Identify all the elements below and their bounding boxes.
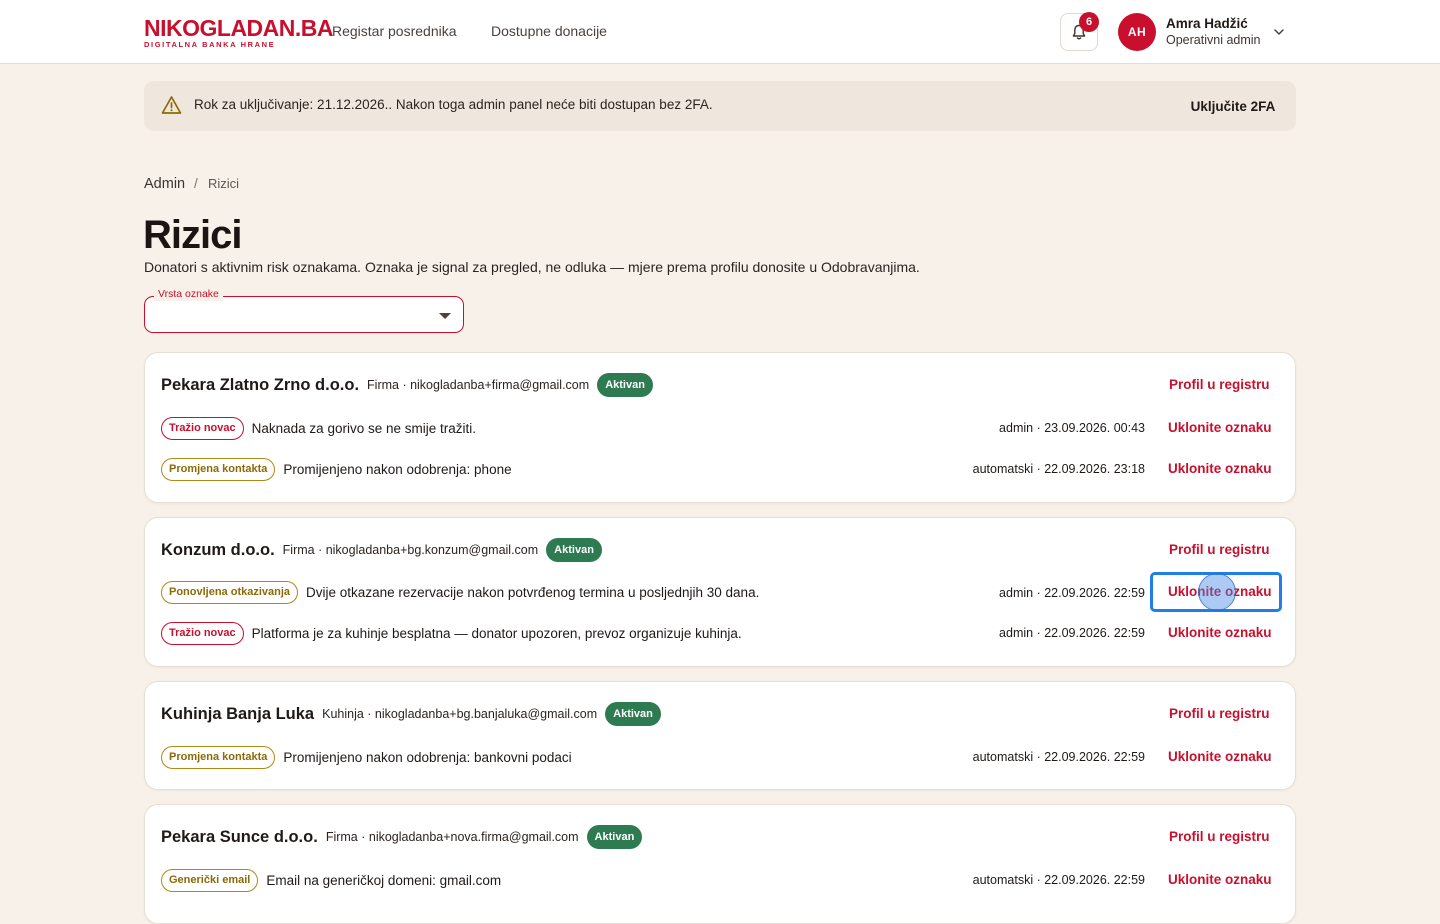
- donor-meta: Firma · nikogladanba+bg.konzum@gmail.com: [282, 543, 539, 557]
- donor-name: Kuhinja Banja Luka: [161, 704, 315, 723]
- remove-flag-button[interactable]: Uklonite oznaku: [1168, 461, 1272, 477]
- flag-tag: Tražio novac: [161, 416, 244, 440]
- donor-name: Pekara Sunce d.o.o.: [161, 827, 318, 846]
- flag-tag: Generički email: [161, 868, 259, 892]
- status-badge: Aktivan: [586, 825, 643, 849]
- status-badge: Aktivan: [546, 538, 602, 562]
- breadcrumb-current: Rizici: [208, 176, 240, 191]
- donor-card: [144, 681, 1296, 790]
- flag-text: Platforma je za kuhinje besplatna — dona…: [251, 625, 742, 641]
- donor-meta: Kuhinja · nikogladanba+bg.banjaluka@gmai…: [322, 707, 598, 721]
- donor-header: Pekara Zlatno Zrno d.o.o. Firma · nikogl…: [161, 373, 1284, 397]
- caret-down-icon: [439, 313, 451, 319]
- flag-meta: automatski · 22.09.2026. 23:18: [972, 462, 1145, 476]
- flag-meta: admin · 22.09.2026. 22:59: [999, 626, 1145, 640]
- banner-text: Rok za uključivanje: 21.12.2026.. Nakon …: [194, 97, 713, 112]
- flag-meta: admin · 22.09.2026. 22:59: [999, 586, 1145, 600]
- page-title: Rizici: [143, 213, 242, 257]
- donor-header: Kuhinja Banja Luka Kuhinja · nikogladanb…: [161, 702, 1284, 726]
- flag-meta: admin · 23.09.2026. 00:43: [999, 421, 1145, 435]
- profile-link[interactable]: Profil u registru: [1169, 377, 1270, 393]
- donor-card: [144, 804, 1296, 924]
- flag-type-select[interactable]: [144, 296, 464, 333]
- profile-link[interactable]: Profil u registru: [1169, 542, 1270, 558]
- profile-link[interactable]: Profil u registru: [1169, 706, 1270, 722]
- remove-flag-button[interactable]: Uklonite oznaku: [1168, 625, 1272, 641]
- flag-tag: Ponovljena otkazivanja: [161, 580, 299, 604]
- breadcrumb-separator: /: [194, 176, 198, 191]
- donor-meta: Firma · nikogladanba+firma@gmail.com: [367, 378, 590, 392]
- chevron-down-icon[interactable]: [1272, 25, 1286, 39]
- flag-text: Email na generičkoj domeni: gmail.com: [266, 872, 502, 888]
- flag-text: Promijenjeno nakon odobrenja: phone: [283, 461, 512, 477]
- flag-text: Naknada za gorivo se ne smije tražiti.: [251, 420, 476, 436]
- cursor-indicator: [1198, 573, 1236, 611]
- flag-meta: automatski · 22.09.2026. 22:59: [972, 750, 1145, 764]
- flag-tag: Promjena kontakta: [161, 745, 276, 769]
- flag-tag: Promjena kontakta: [161, 457, 276, 481]
- enable-2fa-button[interactable]: Uključite 2FA: [1180, 99, 1286, 115]
- donor-name: Pekara Zlatno Zrno d.o.o.: [161, 375, 360, 394]
- donor-meta: Firma · nikogladanba+nova.firma@gmail.co…: [325, 830, 579, 844]
- avatar[interactable]: AH: [1118, 13, 1156, 51]
- logo-tagline: DIGITALNA BANKA HRANE: [144, 40, 276, 49]
- donor-header: Konzum d.o.o. Firma · nikogladanba+bg.ko…: [161, 538, 1284, 562]
- remove-flag-button[interactable]: Uklonite oznaku: [1168, 872, 1272, 888]
- flag-tag: Tražio novac: [161, 621, 244, 645]
- breadcrumb-admin[interactable]: Admin: [144, 175, 185, 193]
- remove-flag-button[interactable]: Uklonite oznaku: [1168, 420, 1272, 436]
- nav-link-register[interactable]: Registar posrednika: [332, 22, 457, 40]
- donor-header: Pekara Sunce d.o.o. Firma · nikogladanba…: [161, 825, 1284, 849]
- remove-flag-button[interactable]: Uklonite oznaku: [1168, 749, 1272, 765]
- page-description: Donatori s aktivnim risk oznakama. Oznak…: [144, 259, 920, 275]
- status-badge: Aktivan: [605, 702, 661, 726]
- notification-count-badge: 6: [1079, 12, 1099, 32]
- user-role: Operativni admin: [1166, 33, 1261, 47]
- status-badge: Aktivan: [597, 373, 653, 397]
- warning-icon: [161, 96, 182, 114]
- flag-type-select-label: Vrsta oznake: [154, 288, 223, 301]
- flag-text: Promijenjeno nakon odobrenja: bankovni p…: [283, 749, 572, 765]
- logo-wordmark: NIKOGLADAN.BA: [144, 15, 334, 41]
- flag-meta: automatski · 22.09.2026. 22:59: [972, 873, 1145, 887]
- profile-link[interactable]: Profil u registru: [1169, 829, 1270, 845]
- user-name[interactable]: Amra Hadžić: [1166, 16, 1248, 32]
- logo[interactable]: NIKOGLADAN.BA DIGITALNA BANKA HRANE: [144, 15, 334, 49]
- flag-text: Dvije otkazane rezervacije nakon potvrđe…: [306, 584, 760, 600]
- donor-name: Konzum d.o.o.: [161, 540, 275, 559]
- nav-link-donations[interactable]: Dostupne donacije: [491, 22, 607, 40]
